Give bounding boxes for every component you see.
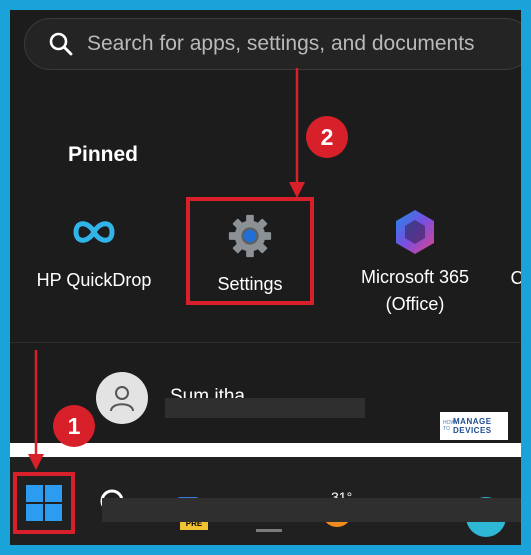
avatar[interactable] [96, 372, 148, 424]
search-box[interactable]: Search for apps, settings, and documents [24, 18, 521, 70]
redaction-bar [102, 498, 521, 522]
divider [10, 342, 521, 343]
annotation-arrow-down [28, 350, 44, 470]
hp-quickdrop-icon [70, 208, 118, 256]
pinned-app-label-line2: (Office) [385, 294, 445, 314]
gear-icon [226, 212, 274, 260]
logo-line2: DEVICES [453, 426, 492, 435]
how-to-manage-devices-logo: HOW TO MANAGE DEVICES [440, 412, 508, 440]
pinned-app-label-line1: Microsoft 365 [360, 267, 470, 287]
pinned-app-microsoft-365[interactable]: Microsoft 365 (Office) [345, 208, 485, 318]
pinned-app-partial[interactable]: C [507, 268, 522, 289]
pinned-app-hp-quickdrop[interactable]: HP QuickDrop [24, 208, 164, 291]
logo-small-text: HOW TO [443, 420, 456, 432]
pinned-section-title: Pinned [68, 143, 139, 166]
taskbar-active-indicator [256, 529, 282, 532]
microsoft-365-icon [391, 208, 439, 256]
pinned-app-label: C [510, 268, 522, 288]
step-badge-1: 1 [53, 405, 95, 447]
logo-line1: MANAGE [453, 417, 492, 426]
annotation-arrow-down [289, 68, 305, 198]
pinned-app-label: HP QuickDrop [36, 270, 152, 290]
search-icon [41, 24, 81, 64]
start-button[interactable] [13, 472, 75, 534]
windows-logo-icon [26, 485, 62, 521]
step-badge-2: 2 [306, 116, 348, 158]
taskbar: PRE 31° [10, 457, 521, 545]
user-icon [110, 386, 134, 412]
pinned-app-label: Settings [217, 274, 283, 294]
divider-strip [10, 443, 521, 457]
start-menu-screenshot: Search for apps, settings, and documents… [10, 10, 521, 545]
search-input[interactable]: Search for apps, settings, and documents [87, 32, 475, 56]
pinned-app-settings[interactable]: Settings [186, 197, 314, 305]
redaction-bar [165, 398, 365, 418]
